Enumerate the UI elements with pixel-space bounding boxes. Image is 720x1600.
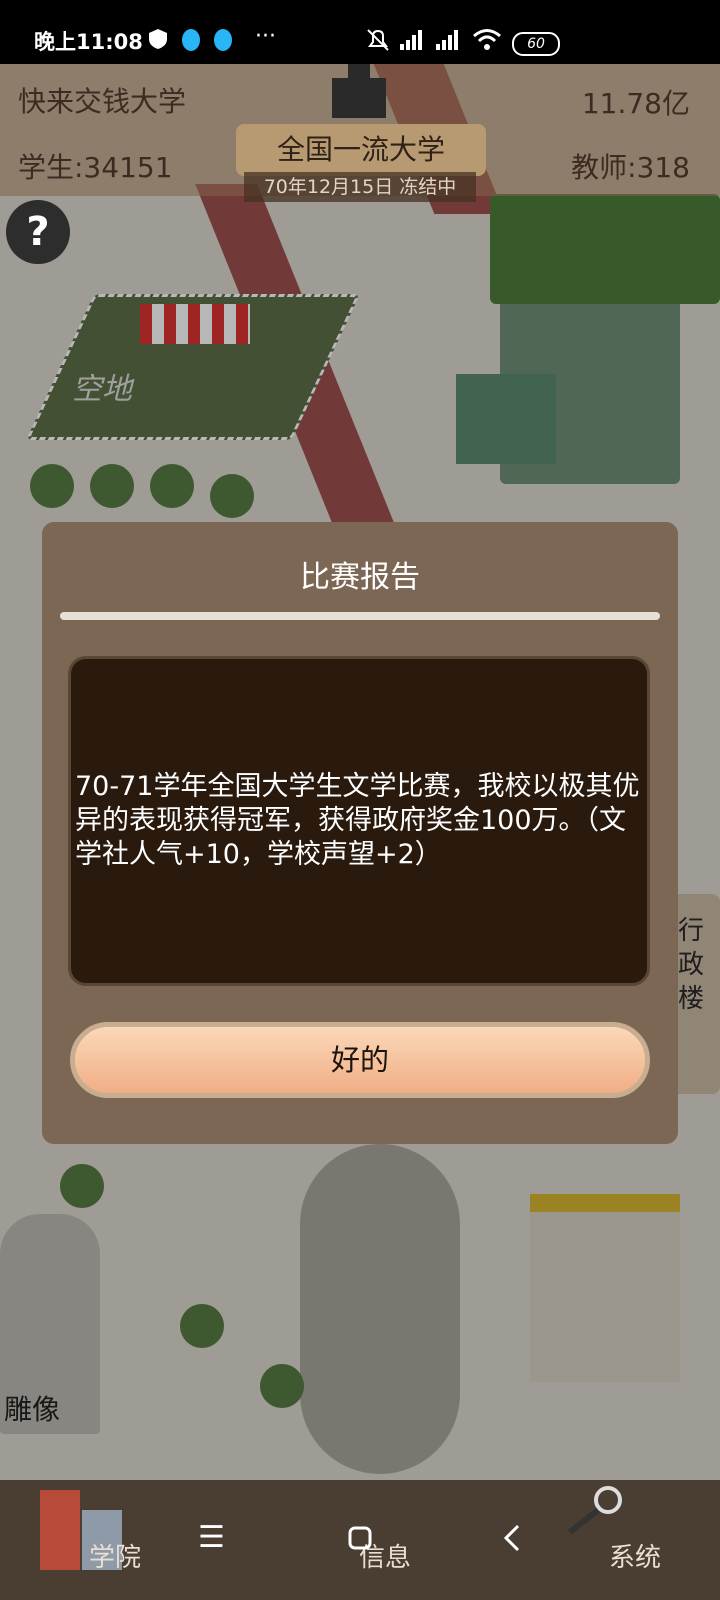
message-box: 70-71学年全国大学生文学比赛，我校以极其优异的表现获得冠军，获得政府奖金10… [68,656,650,986]
menu-icon[interactable]: ☰ [198,1520,225,1555]
mute-icon [367,29,389,51]
student-count: 学生:34151 [18,151,173,184]
qq-icon [214,29,232,51]
signal-icon [436,30,458,50]
status-bar: 晚上11:08 ··· 60 [0,0,720,64]
dialog-message: 70-71学年全国大学生文学比赛，我校以极其优异的表现获得冠军，获得政府奖金10… [75,771,640,870]
game-date-status: 70年12月15日 冻结中 [244,172,476,202]
qq-icon [182,29,200,51]
money-value: 11.78亿 [581,87,690,120]
school-rank: 全国一流大学 [236,124,486,176]
ok-button[interactable]: 好的 [70,1022,650,1098]
university-building-icon [332,64,386,118]
wifi-icon [473,29,501,50]
help-icon: ? [26,209,50,255]
dialog-title: 比赛报告 [300,560,420,595]
tab-college[interactable]: 学院 [70,1536,160,1580]
bottom-bar: 学院 信息 系统 ☰ [0,1480,720,1600]
magnifier-icon [568,1486,622,1535]
tab-system[interactable]: 系统 [590,1536,680,1580]
signal-icon [400,30,422,50]
more-icon: ··· [255,24,276,49]
teacher-count: 教师:318 [571,151,690,184]
status-time: 晚上11:08 [34,30,143,54]
battery-icon: 60 [512,32,560,56]
dialog-divider [60,612,660,620]
school-name: 快来交钱大学 [18,85,187,118]
home-icon[interactable] [348,1526,372,1550]
shield-icon [149,29,167,49]
help-button[interactable]: ? [6,200,70,264]
back-icon[interactable] [502,1524,522,1552]
competition-report-dialog: 比赛报告 70-71学年全国大学生文学比赛，我校以极其优异的表现获得冠军，获得政… [42,522,678,1144]
